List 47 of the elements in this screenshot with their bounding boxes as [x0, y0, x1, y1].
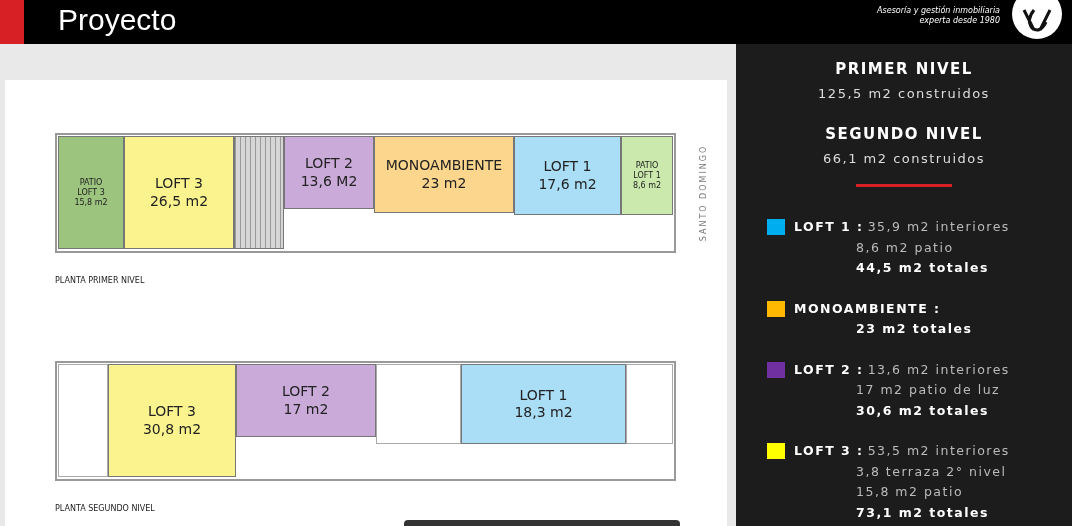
tagline-text: experta desde 1980 — [919, 16, 1000, 27]
unit-name: LOFT 3 : — [794, 442, 864, 460]
unit-name: MONOAMBIENTE : — [794, 299, 941, 318]
patio-label: 8,6 m2 — [632, 180, 662, 191]
unit-label: LOFT 2 — [304, 155, 353, 173]
patio-label: LOFT 1 — [633, 170, 661, 181]
unit-detail: 13,6 m2 interiores — [867, 360, 1010, 379]
unit-total: 23 m2 totales — [855, 320, 974, 338]
unit-label: 17,6 m2 — [538, 175, 597, 193]
unit-detail: 8,6 m2 patio — [855, 238, 955, 257]
unit-label: LOFT 1 — [543, 158, 592, 176]
unit-label: MONOAMBIENTE — [385, 157, 503, 175]
tagline-text: Asesoría y gestión inmobiliaria — [877, 6, 1000, 16]
patio-label: PATIO — [79, 177, 103, 188]
unit-detail: 3,8 terraza 2° nivel — [855, 462, 1008, 481]
unit-label: LOFT 3 — [147, 403, 196, 421]
unit-total: 30,6 m2 totales — [855, 401, 990, 420]
level-title: PRIMER NIVEL — [835, 59, 973, 80]
unit-total: 73,1 m2 totales — [855, 503, 990, 522]
unit-label: LOFT 1 — [519, 386, 568, 404]
plan-caption: PLANTA PRIMER NIVEL — [54, 275, 146, 287]
plan-caption: PLANTA SEGUNDO NIVEL — [54, 503, 156, 515]
unit-label: 26,5 m2 — [149, 192, 209, 210]
unit-label: 18,3 m2 — [514, 404, 573, 422]
unit-detail: 35,9 m2 interiores — [867, 218, 1010, 236]
unit-label: 17 m2 — [283, 400, 329, 418]
level-area: 66,1 m2 construidos — [823, 148, 985, 168]
unit-name: LOFT 2 : — [794, 360, 864, 379]
street-label: SANTO DOMINGO — [698, 144, 709, 242]
accent-strip — [0, 0, 24, 44]
page-title: Proyecto — [58, 2, 177, 38]
unit-detail: 53,5 m2 interiores — [867, 442, 1010, 460]
unit-label: 13,6 M2 — [300, 172, 358, 190]
patio-label: 15,8 m2 — [74, 197, 108, 208]
level-title: SEGUNDO NIVEL — [825, 124, 983, 145]
unit-detail: 17 m2 patio de luz — [855, 381, 1002, 399]
unit-name: LOFT 1 : — [794, 218, 864, 236]
unit-label: LOFT 3 — [154, 175, 203, 193]
unit-detail: 15,8 m2 patio — [855, 483, 965, 501]
patio-label: LOFT 3 — [77, 187, 105, 198]
unit-label: LOFT 2 — [281, 383, 330, 401]
unit-label: 23 m2 — [421, 174, 467, 192]
patio-label: PATIO — [635, 160, 659, 171]
unit-label: 30,8 m2 — [142, 420, 202, 438]
logo-icon — [1012, 0, 1062, 42]
level-area: 125,5 m2 construidos — [818, 83, 990, 103]
unit-total: 44,5 m2 totales — [855, 259, 990, 277]
